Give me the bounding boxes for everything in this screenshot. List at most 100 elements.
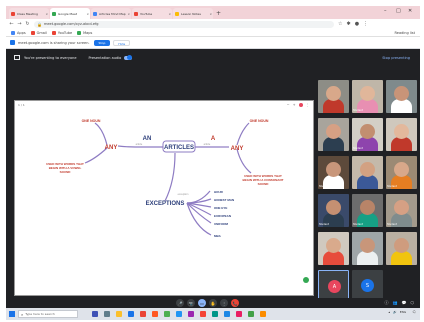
participant-tile[interactable] bbox=[318, 118, 349, 151]
browser-tab[interactable]: Articles Mind Map × bbox=[91, 8, 131, 19]
bookmark-label: Gmail bbox=[36, 30, 47, 35]
notifications-icon[interactable]: 🗨 bbox=[412, 310, 416, 314]
bookmark-item[interactable]: YouTube bbox=[51, 30, 72, 35]
zoom-out-icon[interactable]: − bbox=[287, 103, 290, 107]
tab-close-icon[interactable]: × bbox=[86, 12, 89, 16]
volume-icon[interactable]: 🔊 bbox=[393, 310, 397, 314]
system-tray: ▴ 🔊 ENG 🗨 bbox=[385, 310, 416, 314]
end-call-icon[interactable]: 📞 bbox=[231, 299, 239, 307]
taskbar-app-icon[interactable] bbox=[176, 311, 182, 317]
taskbar-app-icon[interactable] bbox=[260, 311, 266, 317]
taskbar-app-icon[interactable] bbox=[104, 311, 110, 317]
green-action-icon[interactable] bbox=[303, 277, 309, 283]
tab-label: Class Meeting bbox=[17, 11, 38, 16]
reading-list-button[interactable]: Reading list bbox=[395, 31, 415, 35]
language-indicator[interactable]: ENG bbox=[400, 310, 406, 314]
zoom-in-icon[interactable]: + bbox=[293, 103, 296, 107]
menu-icon[interactable]: ⋮ bbox=[363, 21, 368, 27]
hide-infobar-button[interactable]: Hide bbox=[113, 39, 131, 46]
star-icon[interactable]: ☆ bbox=[338, 21, 342, 27]
participant-tile[interactable]: Student bbox=[352, 194, 383, 227]
bookmark-item[interactable]: Maps bbox=[77, 30, 92, 35]
tab-label: Google Meet bbox=[58, 11, 77, 16]
bookmark-item[interactable]: Gmail bbox=[30, 30, 47, 35]
browser-tab[interactable]: Google Meet × bbox=[50, 8, 90, 19]
participant-tile[interactable]: Student bbox=[386, 156, 417, 189]
taskbar-app-icon[interactable] bbox=[224, 311, 230, 317]
participant-tile[interactable] bbox=[352, 232, 383, 265]
participant-tile[interactable] bbox=[318, 80, 349, 113]
chat-icon[interactable]: 💬 bbox=[402, 300, 407, 306]
minimize-icon[interactable]: – bbox=[384, 8, 387, 14]
taskbar-app-icon[interactable] bbox=[152, 311, 158, 317]
profile-icon[interactable]: ● bbox=[355, 21, 359, 27]
network-icon[interactable]: ▴ bbox=[388, 310, 390, 314]
participant-tile[interactable] bbox=[386, 232, 417, 265]
tab-close-icon[interactable]: × bbox=[127, 12, 130, 16]
taskbar-search[interactable]: ⌕ Type here to search bbox=[18, 310, 78, 318]
link-label-left: article bbox=[136, 143, 143, 146]
taskbar-app-icon[interactable] bbox=[92, 311, 98, 317]
reload-icon[interactable]: ↻ bbox=[25, 21, 30, 27]
bookmark-item[interactable]: Apps bbox=[11, 30, 26, 35]
viewer-menu-icon[interactable]: ⋮ bbox=[306, 103, 310, 107]
tab-close-icon[interactable]: × bbox=[168, 12, 171, 16]
presenting-label: You're presenting to everyone bbox=[24, 55, 77, 60]
participant-tile[interactable] bbox=[386, 118, 417, 151]
desktop-screen: Class Meeting × Google Meet × Articles Mind … bbox=[6, 6, 420, 320]
new-tab-button[interactable]: + bbox=[216, 8, 221, 19]
stop-presenting-button[interactable]: Stop presenting bbox=[382, 56, 410, 60]
forward-icon[interactable]: → bbox=[17, 21, 22, 27]
camera-icon[interactable]: 📷 bbox=[187, 299, 195, 307]
browser-tab-strip: Class Meeting × Google Meet × Articles Mind … bbox=[6, 6, 420, 19]
participant-tile[interactable]: Student bbox=[318, 194, 349, 227]
back-icon[interactable]: ← bbox=[9, 21, 14, 27]
more-options-icon[interactable]: ⋮ bbox=[220, 299, 228, 307]
participant-tile[interactable] bbox=[318, 232, 349, 265]
taskbar-app-icon[interactable] bbox=[164, 311, 170, 317]
browser-tab[interactable]: Class Meeting × bbox=[9, 8, 49, 19]
taskbar-app-icon[interactable] bbox=[116, 311, 122, 317]
raise-hand-icon[interactable]: ✋ bbox=[209, 299, 217, 307]
windows-taskbar: ⌕ Type here to search ▴ 🔊 ENG 🗨 bbox=[6, 308, 420, 320]
extensions-icon[interactable]: ✱ bbox=[346, 21, 350, 27]
windows-start-icon[interactable] bbox=[9, 311, 15, 317]
tab-close-icon[interactable]: × bbox=[209, 12, 212, 16]
bookmark-label: Apps bbox=[17, 30, 26, 35]
participant-tile[interactable]: Student bbox=[318, 156, 349, 189]
taskbar-app-icon[interactable] bbox=[248, 311, 254, 317]
taskbar-app-icon[interactable] bbox=[236, 311, 242, 317]
participant-face bbox=[326, 124, 341, 139]
taskbar-app-icon[interactable] bbox=[200, 311, 206, 317]
search-icon: ⌕ bbox=[21, 311, 24, 317]
participant-tile[interactable]: Student bbox=[386, 194, 417, 227]
link-an-one bbox=[94, 122, 108, 146]
participant-face bbox=[326, 200, 341, 215]
mic-icon[interactable]: 🎤 bbox=[176, 299, 184, 307]
participant-body bbox=[391, 137, 412, 151]
taskbar-app-icon[interactable] bbox=[128, 311, 134, 317]
participant-face bbox=[360, 124, 375, 139]
record-icon[interactable] bbox=[298, 103, 303, 107]
participant-body bbox=[391, 251, 412, 265]
presentation-audio-toggle[interactable] bbox=[124, 55, 133, 60]
browser-tab[interactable]: Lesson Notes × bbox=[173, 8, 213, 19]
stop-sharing-button[interactable]: Stop bbox=[93, 39, 111, 46]
taskbar-app-icon[interactable] bbox=[140, 311, 146, 317]
browser-tab[interactable]: YouTube × bbox=[132, 8, 172, 19]
tab-close-icon[interactable]: × bbox=[45, 12, 48, 16]
link-exc-hour bbox=[186, 190, 211, 204]
info-icon[interactable]: ⓘ bbox=[385, 300, 389, 306]
participant-tile[interactable] bbox=[352, 156, 383, 189]
participant-tile[interactable] bbox=[386, 80, 417, 113]
taskbar-app-icon[interactable] bbox=[212, 311, 218, 317]
close-window-icon[interactable]: ✕ bbox=[408, 8, 412, 14]
activities-icon[interactable]: ⬡ bbox=[411, 300, 415, 306]
maximize-icon[interactable]: □ bbox=[396, 8, 401, 14]
participant-tile[interactable]: Student bbox=[352, 80, 383, 113]
participant-tile[interactable]: Student bbox=[352, 118, 383, 151]
people-icon[interactable]: 👥 bbox=[393, 300, 398, 306]
address-bar[interactable]: 🔒 meet.google.com/xyz-abcd-efg bbox=[34, 20, 334, 28]
present-icon[interactable]: ▭ bbox=[198, 299, 206, 307]
taskbar-app-icon[interactable] bbox=[188, 311, 194, 317]
